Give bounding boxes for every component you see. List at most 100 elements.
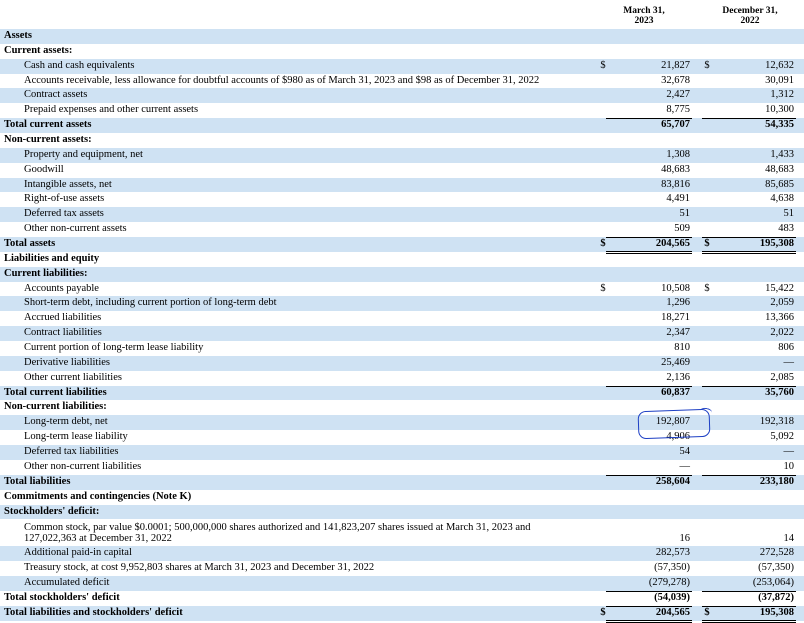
row-label: Long-term debt, net (24, 416, 108, 428)
row-label: Liabilities and equity (4, 252, 100, 264)
row-label: Accounts payable (24, 282, 99, 294)
row-label: Treasury stock, at cost 9,952,803 shares… (24, 562, 375, 574)
subtotal-rule (702, 605, 796, 607)
row-label: Total liabilities and stockholders' defi… (4, 606, 183, 618)
value-december-2022: 14 (783, 533, 795, 545)
dollar-sign: $ (704, 282, 710, 294)
table-row: Contract liabilities 2,347 2,022 (0, 326, 804, 342)
table-row: Total liabilities and stockholders' defi… (0, 605, 804, 623)
header-line2: 2022 (740, 16, 760, 26)
value-march-2023: 2,136 (666, 371, 690, 383)
value-december-2022: 192,318 (759, 416, 794, 428)
row-label: Cash and cash equivalents (24, 59, 135, 71)
row-label: Current assets: (4, 44, 73, 56)
header-line1: December 31, (722, 6, 778, 16)
table-row: Accounts payable $10,508 $15,422 (0, 282, 804, 297)
value-december-2022: 10 (783, 460, 795, 472)
value-march-2023: 204,565 (655, 238, 690, 250)
row-label: Total current assets (4, 119, 92, 131)
subtotal-rule (606, 385, 692, 387)
value-march-2023: 10,508 (661, 282, 690, 294)
row-label: Right-of-use assets (24, 193, 105, 205)
value-december-2022: 1,312 (770, 89, 794, 101)
subtotal-rule (702, 590, 796, 592)
value-march-2023: 8,775 (666, 104, 690, 116)
table-row: Cash and cash equivalents $21,827 $12,632 (0, 58, 804, 74)
table-row: Liabilities and equity (0, 252, 804, 267)
row-label: Deferred tax assets (24, 208, 104, 220)
row-label: Other non-current assets (24, 223, 127, 235)
row-label: Additional paid-in capital (24, 547, 132, 559)
row-label: Commitments and contingencies (Note K) (4, 490, 192, 502)
row-label: Other non-current liabilities (24, 460, 142, 472)
row-label: Prepaid expenses and other current asset… (24, 104, 199, 116)
row-label: Contract liabilities (24, 327, 102, 339)
value-december-2022: 5,092 (770, 431, 794, 443)
value-march-2023: 258,604 (655, 475, 690, 487)
row-label: Assets (4, 30, 32, 41)
value-march-2023: (57,350) (654, 562, 690, 574)
dollar-sign: $ (704, 59, 710, 71)
value-march-2023: 1,308 (666, 148, 690, 160)
table-row: Total current assets 65,707 54,335 (0, 118, 804, 134)
value-december-2022: 195,308 (759, 238, 794, 250)
row-label: Accrued liabilities (24, 312, 102, 324)
table-row: Stockholders' deficit: (0, 504, 804, 520)
table-row: Non-current liabilities: (0, 400, 804, 415)
value-march-2023: 16 (679, 533, 691, 545)
value-march-2023: — (679, 460, 691, 472)
subtotal-rule (606, 605, 692, 607)
value-march-2023: 2,347 (666, 327, 690, 339)
value-december-2022: — (783, 356, 795, 368)
table-row: Short-term debt, including current porti… (0, 296, 804, 312)
value-december-2022: (37,872) (758, 591, 794, 603)
value-march-2023: 204,565 (655, 606, 690, 618)
value-december-2022: 233,180 (759, 475, 794, 487)
subtotal-rule (702, 385, 796, 387)
row-label: Short-term debt, including current porti… (24, 297, 277, 309)
table-row: Right-of-use assets 4,491 4,638 (0, 192, 804, 207)
value-march-2023: 282,573 (655, 547, 690, 559)
subtotal-rule (702, 474, 796, 476)
value-december-2022: 2,085 (770, 371, 794, 383)
value-march-2023: 21,827 (661, 59, 690, 71)
subtotal-rule (702, 118, 796, 120)
table-row: Other non-current assets 509 483 (0, 222, 804, 237)
value-march-2023: 83,816 (661, 178, 690, 190)
value-december-2022: — (783, 446, 795, 458)
row-label: Stockholders' deficit: (4, 505, 100, 517)
row-label: Current liabilities: (4, 267, 88, 279)
table-row: Treasury stock, at cost 9,952,803 shares… (0, 561, 804, 576)
table-row: Common stock, par value $0.0001; 500,000… (0, 519, 804, 546)
value-december-2022: 54,335 (765, 119, 794, 131)
dollar-sign: $ (600, 282, 606, 294)
table-row: Goodwill 48,683 48,683 (0, 163, 804, 178)
value-december-2022: 51 (783, 208, 795, 220)
dollar-sign: $ (704, 606, 710, 618)
row-label: Total current liabilities (4, 386, 107, 398)
value-march-2023: 192,807 (655, 416, 690, 428)
table-row: Total stockholders' deficit (54,039) (37,8… (0, 590, 804, 606)
value-december-2022: (253,064) (752, 577, 794, 589)
value-december-2022: (57,350) (758, 562, 794, 574)
table-row: Assets (0, 29, 804, 44)
row-label: Other current liabilities (24, 371, 122, 383)
value-march-2023: 65,707 (661, 119, 690, 131)
value-december-2022: 483 (778, 223, 794, 235)
value-march-2023: 48,683 (661, 163, 690, 175)
row-label: Common stock, par value $0.0001; 500,000… (24, 522, 531, 545)
value-december-2022: 4,638 (770, 193, 794, 205)
value-december-2022: 1,433 (770, 148, 794, 160)
value-december-2022: 806 (778, 342, 794, 354)
value-december-2022: 35,760 (765, 386, 794, 398)
row-label: Total assets (4, 238, 56, 250)
dollar-sign: $ (704, 238, 710, 250)
row-label: Accumulated deficit (24, 577, 110, 589)
value-march-2023: 60,837 (661, 386, 690, 398)
value-december-2022: 195,308 (759, 606, 794, 618)
table-row: Total assets $204,565 $195,308 (0, 237, 804, 254)
table-row: Deferred tax assets 51 51 (0, 207, 804, 223)
row-label: Contract assets (24, 89, 88, 101)
table-row: Deferred tax liabilities 54 — (0, 445, 804, 460)
value-march-2023: 32,678 (661, 74, 690, 86)
